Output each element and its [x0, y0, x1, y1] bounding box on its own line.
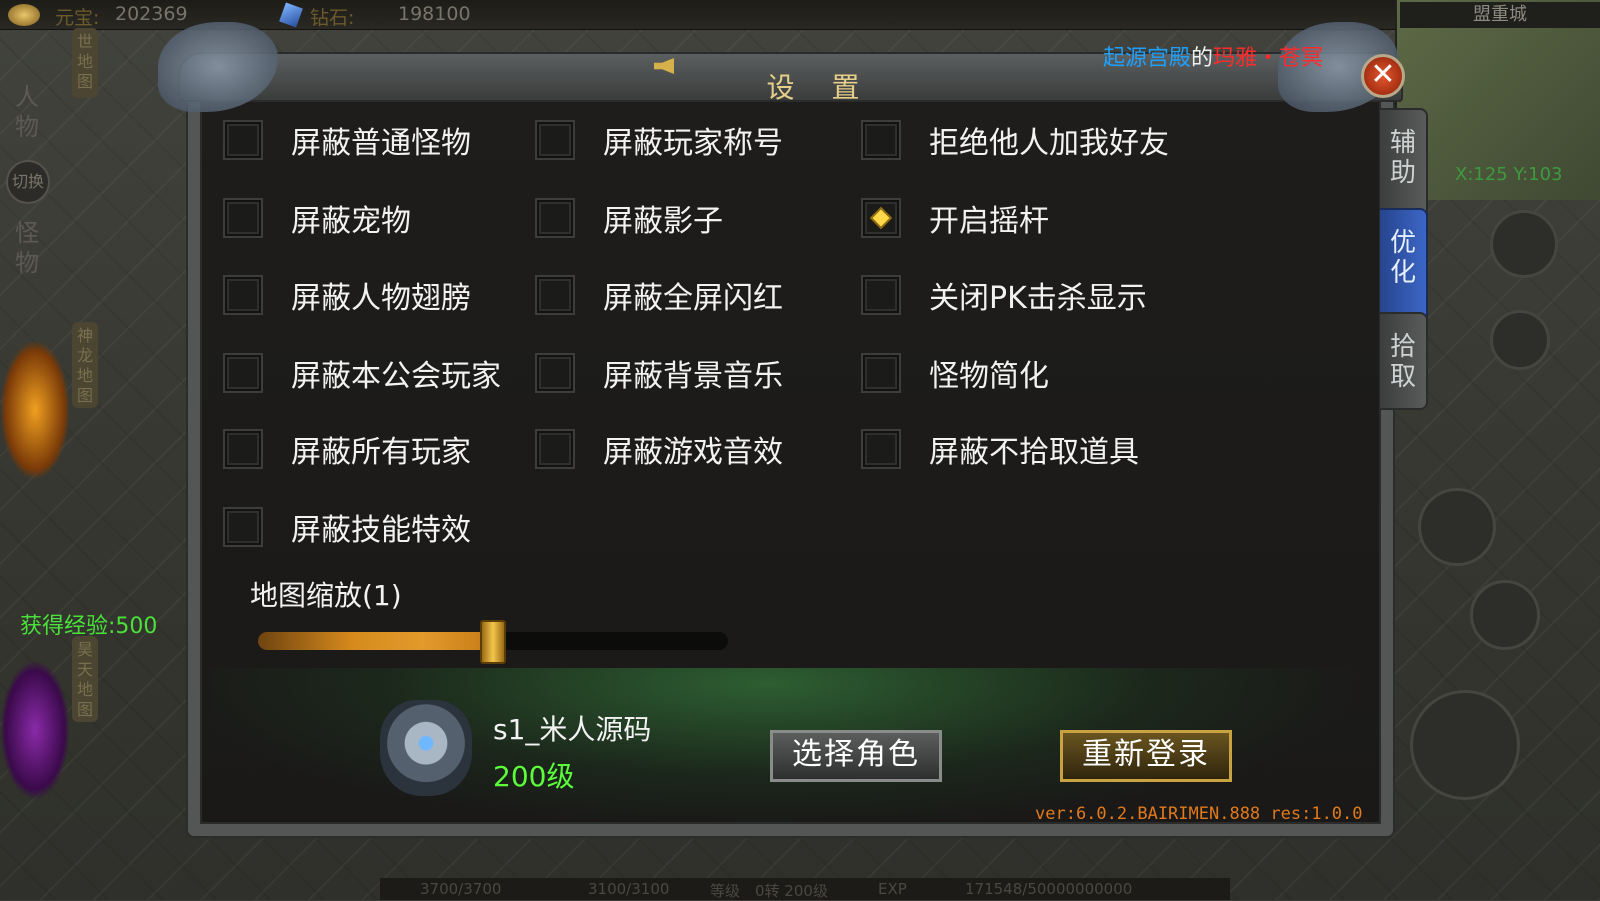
checkbox[interactable]	[223, 429, 263, 469]
option-hide-pk-kills[interactable]: 关闭PK击杀显示	[861, 273, 1147, 317]
helmet-emblem-icon	[380, 700, 472, 796]
option-block-player-titles[interactable]: 屏蔽玩家称号	[535, 118, 783, 162]
minimap-coords: X:125 Y:103	[1455, 164, 1563, 185]
slider-thumb[interactable]	[480, 620, 506, 664]
diamond-label: 钻石:	[310, 7, 355, 29]
diamond-icon	[279, 2, 303, 28]
status-bar: 3700/3700 3100/3100 等级 0转 200级 EXP 17154…	[380, 878, 1230, 900]
attack-button[interactable]	[1410, 690, 1520, 800]
checkbox[interactable]	[223, 275, 263, 315]
checkbox[interactable]	[223, 198, 263, 238]
level-label: 等级	[710, 882, 741, 900]
option-label: 开启摇杆	[929, 204, 1049, 239]
option-label: 拒绝他人加我好友	[929, 126, 1169, 161]
option-label: 屏蔽所有玩家	[291, 435, 471, 470]
option-block-normal-monsters[interactable]: 屏蔽普通怪物	[223, 118, 471, 162]
option-block-guild-players[interactable]: 屏蔽本公会玩家	[223, 351, 501, 395]
relogin-button[interactable]: 重新登录	[1060, 730, 1232, 782]
checkbox[interactable]	[535, 275, 575, 315]
option-label: 屏蔽不拾取道具	[929, 435, 1139, 470]
slider-fill	[258, 632, 493, 650]
location-npc: 玛雅・苍冥	[1213, 46, 1324, 71]
checkbox[interactable]	[535, 198, 575, 238]
side-tab-label: 拾取	[1390, 332, 1417, 392]
option-label: 屏蔽宠物	[291, 204, 411, 239]
checkbox[interactable]	[223, 507, 263, 547]
location-particle: 的	[1191, 46, 1214, 71]
map-button-world[interactable]: 世地图	[72, 28, 98, 98]
player-level: 200级	[493, 760, 575, 793]
option-label: 屏蔽本公会玩家	[291, 359, 501, 394]
exp-gain-text: 获得经验:500	[20, 614, 158, 639]
yuanbao-label: 元宝:	[55, 7, 100, 29]
location-text: 起源宫殿的玛雅・苍冥	[1103, 40, 1323, 72]
select-role-button[interactable]: 选择角色	[770, 730, 942, 782]
option-block-pets[interactable]: 屏蔽宠物	[223, 196, 411, 240]
option-label: 屏蔽影子	[603, 204, 723, 239]
mp-value: 3100/3100	[588, 880, 670, 898]
checkbox[interactable]	[861, 198, 901, 238]
hp-value: 3700/3700	[420, 880, 502, 898]
location-place: 起源宫殿	[1103, 46, 1192, 71]
checkbox[interactable]	[223, 120, 263, 160]
recharge-button[interactable]	[1490, 210, 1558, 278]
checkbox[interactable]	[535, 429, 575, 469]
option-label: 屏蔽游戏音效	[603, 435, 783, 470]
map-button-shenlong[interactable]: 神龙地图	[72, 322, 98, 408]
option-simplify-monsters[interactable]: 怪物简化	[861, 351, 1049, 395]
option-label: 屏蔽技能特效	[291, 513, 471, 548]
checkbox[interactable]	[535, 353, 575, 393]
option-block-screen-flash[interactable]: 屏蔽全屏闪红	[535, 273, 783, 317]
bag-button[interactable]	[1490, 310, 1550, 370]
option-block-skill-effects[interactable]: 屏蔽技能特效	[223, 505, 471, 549]
option-block-all-players[interactable]: 屏蔽所有玩家	[223, 427, 471, 471]
map-zoom-slider[interactable]	[258, 620, 728, 664]
checkbox[interactable]	[861, 429, 901, 469]
map-button-haotian[interactable]: 昊天地图	[72, 636, 98, 722]
yuanbao-icon	[8, 4, 40, 26]
option-label: 关闭PK击杀显示	[929, 281, 1147, 316]
exp-label: EXP	[878, 880, 907, 898]
checkbox[interactable]	[535, 120, 575, 160]
option-label: 屏蔽人物翅膀	[291, 281, 471, 316]
option-block-unpickable-items[interactable]: 屏蔽不拾取道具	[861, 427, 1139, 471]
option-label: 屏蔽全屏闪红	[603, 281, 783, 316]
dialog-title: 设 置	[766, 71, 874, 104]
option-enable-joystick[interactable]: 开启摇杆	[861, 196, 1049, 240]
speaker-icon	[654, 58, 674, 74]
option-block-sound-effects[interactable]: 屏蔽游戏音效	[535, 427, 783, 471]
checkbox[interactable]	[223, 353, 263, 393]
option-label: 屏蔽普通怪物	[291, 126, 471, 161]
level-value: 0转 200级	[755, 882, 828, 900]
map-zoom-label: 地图缩放(1)	[250, 579, 402, 612]
plus-button[interactable]	[1418, 488, 1496, 566]
checkbox[interactable]	[861, 353, 901, 393]
exp-value: 171548/50000000000	[965, 880, 1133, 898]
version-text: ver:6.0.2.BAIRIMEN.888 res:1.0.0	[1035, 804, 1363, 824]
diamond-value: 198100	[398, 3, 471, 25]
close-icon: ✕	[1370, 57, 1396, 92]
portal-purple	[0, 660, 70, 800]
option-block-wings[interactable]: 屏蔽人物翅膀	[223, 273, 471, 317]
side-tab-label: 辅助	[1390, 128, 1417, 188]
option-block-bgm[interactable]: 屏蔽背景音乐	[535, 351, 783, 395]
option-label: 屏蔽玩家称号	[603, 126, 783, 161]
side-tab-label: 优化	[1390, 228, 1417, 288]
player-name: s1_米人源码	[493, 713, 652, 746]
portal-orange	[0, 340, 70, 480]
option-label: 怪物简化	[929, 359, 1049, 394]
tab-monster[interactable]: 怪物	[4, 218, 50, 278]
skill-stab-button[interactable]	[1470, 580, 1540, 650]
checkbox[interactable]	[861, 120, 901, 160]
tab-character[interactable]: 人物	[4, 82, 50, 142]
option-reject-friend-requests[interactable]: 拒绝他人加我好友	[861, 118, 1169, 162]
option-block-shadows[interactable]: 屏蔽影子	[535, 196, 723, 240]
option-label: 屏蔽背景音乐	[603, 359, 783, 394]
yuanbao-value: 202369	[115, 3, 188, 25]
checkbox[interactable]	[861, 275, 901, 315]
close-button[interactable]: ✕	[1361, 54, 1405, 98]
side-tab-pickup[interactable]: 拾取	[1380, 312, 1428, 410]
swap-button[interactable]: 切换	[6, 160, 50, 204]
minimap-title: 盟重城	[1400, 2, 1600, 28]
